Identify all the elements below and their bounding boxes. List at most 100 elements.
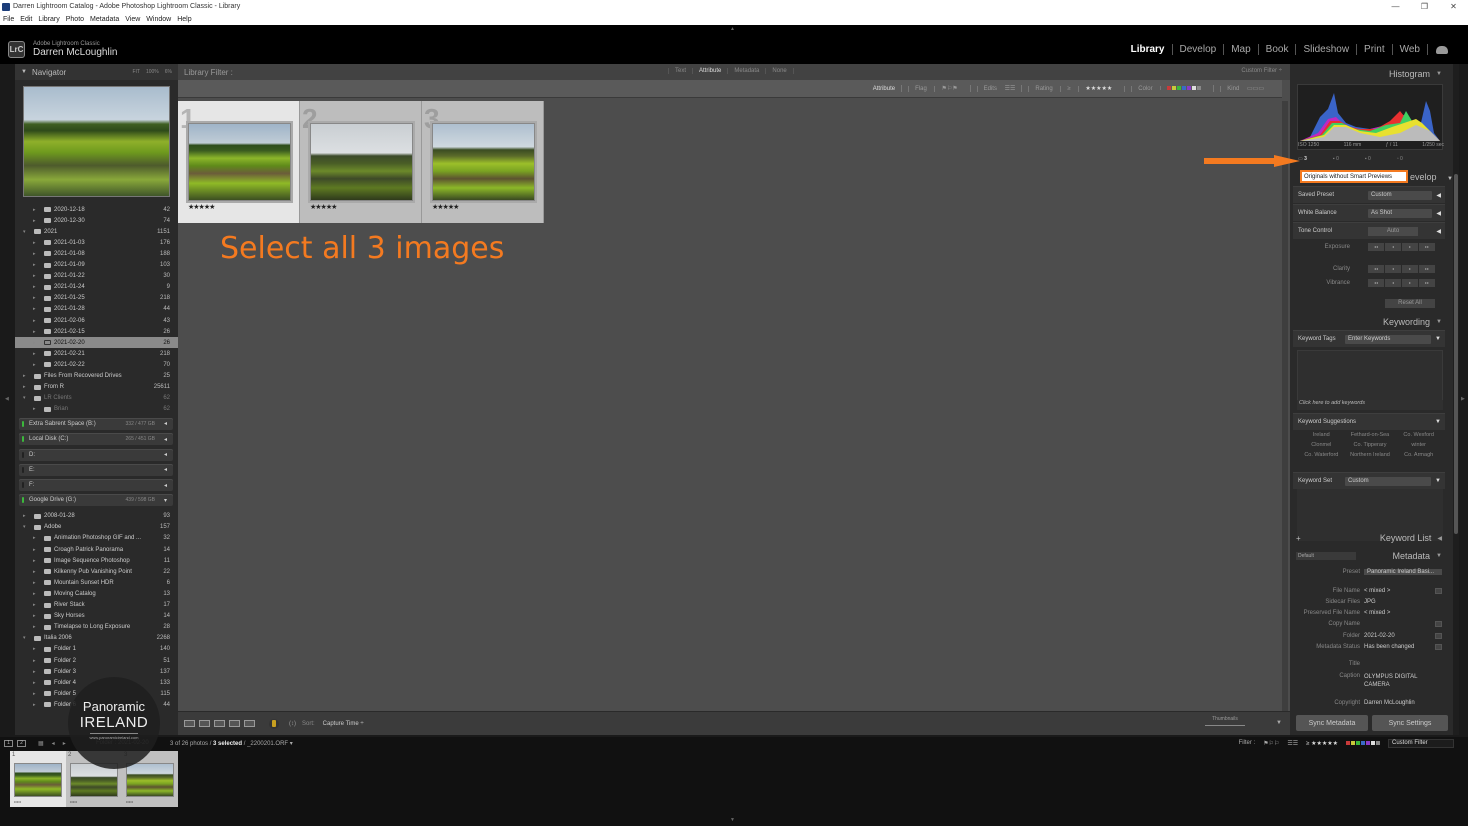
folder-row[interactable]: ▸ Sky Horses 14 (15, 611, 178, 622)
volume-header[interactable]: F: ◂ (19, 479, 173, 492)
filter-tab-none[interactable]: None (765, 68, 794, 74)
step-button[interactable]: ▸▸ (1419, 265, 1435, 273)
folder-row[interactable]: ▸ 2020-12-30 74 (15, 215, 178, 226)
flag-filter[interactable]: Flag ⚑⚐⚑ (901, 85, 969, 92)
field-value[interactable]: OLYMPUS DIGITAL CAMERA (1364, 673, 1424, 689)
disclosure-triangle-icon[interactable]: ▾ (23, 395, 26, 401)
keyword-suggestion[interactable]: Clonmel (1297, 442, 1346, 448)
keywording-header[interactable]: Keywording ▼ (1290, 314, 1448, 330)
disclosure-triangle-icon[interactable]: ▾ (23, 524, 26, 530)
disclosure-triangle-icon[interactable]: ▸ (33, 558, 36, 564)
folder-row[interactable]: ▸ 2021-01-08 188 (15, 248, 178, 259)
expand-icon[interactable]: ◀ (1436, 228, 1441, 235)
sort-direction-icon[interactable]: (↕) (289, 721, 296, 727)
field-value[interactable]: Has been changed (1364, 644, 1414, 650)
grid-cell[interactable]: 3 ★★★★★ (422, 101, 544, 223)
disclosure-triangle-icon[interactable]: ▸ (33, 329, 36, 335)
folder-row[interactable]: ▸ 2021-01-03 176 (15, 237, 178, 248)
disclosure-triangle-icon[interactable]: ▸ (33, 547, 36, 553)
zoom-fit[interactable]: FIT (132, 69, 140, 75)
volume-toggle-icon[interactable]: ◂ (164, 451, 167, 458)
folder-row[interactable]: ▸ 2021-01-24 9 (15, 282, 178, 293)
disclosure-triangle-icon[interactable]: ▾ (23, 229, 26, 235)
disclosure-triangle-icon[interactable]: ▸ (33, 535, 36, 541)
disclosure-triangle-icon[interactable]: ▸ (33, 691, 36, 697)
folder-row[interactable]: ▸ 2021-01-28 44 (15, 304, 178, 315)
loupe-view-icon[interactable] (199, 720, 210, 727)
folder-row[interactable]: ▸ 2021-02-21 218 (15, 348, 178, 359)
painter-icon[interactable] (269, 718, 279, 729)
volume-header[interactable]: Local Disk (C:) 265 / 451 GB ◂ (19, 433, 173, 446)
filter-preset-select[interactable]: Custom Filter ÷ (1241, 68, 1282, 74)
flag-filter-icons[interactable]: ⚑⚐⚐ (1263, 740, 1279, 747)
module-library[interactable]: Library (1124, 44, 1173, 55)
main-screen-button[interactable]: 1 (4, 739, 13, 747)
histogram-header[interactable]: Histogram ▼ (1290, 66, 1448, 82)
smart-preview-indicator-2[interactable]: ▪ 0 (1365, 156, 1371, 162)
folder-row[interactable]: ▸ Timelapse to Long Exposure 28 (15, 622, 178, 633)
menu-edit[interactable]: Edit (20, 16, 32, 23)
folder-row[interactable]: ▸ Croagh Patrick Panorama 14 (15, 544, 178, 555)
disclosure-triangle-icon[interactable]: ▸ (33, 669, 36, 675)
module-slideshow[interactable]: Slideshow (1296, 44, 1358, 55)
keyword-tags-textarea[interactable] (1297, 350, 1443, 402)
field-value[interactable]: < mixed > (1364, 588, 1390, 594)
step-button[interactable]: ◂ (1385, 265, 1401, 273)
folder-row[interactable]: ▸ Animation Photoshop GIF and ... 32 (15, 533, 178, 544)
disclosure-triangle-icon[interactable]: ▸ (33, 702, 36, 708)
rating-filter[interactable]: ≥ ★★★★★ (1306, 740, 1338, 747)
sync-settings-button[interactable]: Sync Settings (1372, 715, 1448, 731)
field-value[interactable]: 2021-02-20 (1364, 633, 1395, 639)
volume-toggle-icon[interactable]: ◂ (164, 436, 167, 443)
disclosure-triangle-icon[interactable]: ▸ (33, 351, 36, 357)
disclosure-triangle-icon[interactable]: ▸ (33, 624, 36, 630)
color-swatch[interactable] (1172, 85, 1177, 90)
field-value[interactable]: JPG (1364, 599, 1376, 605)
color-swatch[interactable] (1346, 741, 1350, 745)
saved-preset-select[interactable]: Custom (1368, 190, 1432, 200)
field-action-icon[interactable] (1435, 621, 1442, 627)
grid-view-icon[interactable] (184, 720, 195, 727)
menu-metadata[interactable]: Metadata (90, 16, 119, 23)
minimize-button[interactable]: — (1381, 0, 1410, 13)
folder-row[interactable]: ▸ River Stack 17 (15, 600, 178, 611)
disclosure-triangle-icon[interactable]: ▸ (33, 218, 36, 224)
folder-row[interactable]: ▸ Image Sequence Photoshop 11 (15, 555, 178, 566)
expand-icon[interactable]: ◀ (1436, 192, 1441, 199)
reset-all-button[interactable]: Reset All (1385, 299, 1435, 308)
right-panel-toggle-icon[interactable]: ▶ (1461, 396, 1465, 402)
rating-filter[interactable]: Rating ≥ ★★★★★ (1021, 85, 1124, 92)
zoom-100[interactable]: 100% (146, 69, 159, 75)
rating-stars[interactable]: ★★★★★ (1078, 86, 1119, 92)
disclosure-triangle-icon[interactable]: ▸ (33, 284, 36, 290)
field-action-icon[interactable] (1435, 644, 1442, 650)
right-panel-scrollbar[interactable] (1453, 64, 1459, 735)
step-button[interactable]: ◂◂ (1368, 279, 1384, 287)
smart-preview-indicator-3[interactable]: ▫ 0 (1397, 156, 1403, 162)
keyword-suggestion[interactable]: Fethard-on-Sea (1346, 432, 1395, 438)
menu-help[interactable]: Help (177, 16, 191, 23)
disclosure-triangle-icon[interactable]: ▸ (23, 384, 26, 390)
left-panel-toggle-icon[interactable]: ◀ (5, 396, 9, 402)
color-swatch[interactable] (1167, 85, 1172, 90)
custom-filter-select[interactable]: Custom Filter (1388, 738, 1454, 748)
close-button[interactable]: ✕ (1439, 0, 1468, 13)
disclosure-triangle-icon[interactable]: ▸ (33, 658, 36, 664)
folder-row[interactable]: ▾ LR Clients 62 (15, 393, 178, 404)
module-book[interactable]: Book (1259, 44, 1297, 55)
menu-view[interactable]: View (125, 16, 140, 23)
white-balance-select[interactable]: As Shot (1368, 208, 1432, 218)
color-swatch[interactable] (1177, 85, 1182, 90)
top-panel-toggle-icon[interactable]: ▲ (730, 26, 735, 32)
restore-button[interactable]: ❐ (1410, 0, 1439, 13)
expand-icon[interactable]: ◀ (1436, 210, 1441, 217)
keyword-set-select[interactable]: Custom (1345, 476, 1431, 486)
volume-toggle-icon[interactable]: ◂ (164, 420, 167, 427)
keyword-suggestion[interactable]: Co. Tipperary (1346, 442, 1395, 448)
navigator-preview[interactable] (23, 86, 170, 197)
folder-row[interactable]: ▾ Adobe 157 (15, 522, 178, 533)
disclosure-triangle-icon[interactable]: ▸ (33, 306, 36, 312)
folder-row[interactable]: ▸ Folder 3 137 (15, 666, 178, 677)
filter-tab-metadata[interactable]: Metadata (727, 68, 765, 74)
volume-toggle-icon[interactable]: ◂ (164, 466, 167, 473)
